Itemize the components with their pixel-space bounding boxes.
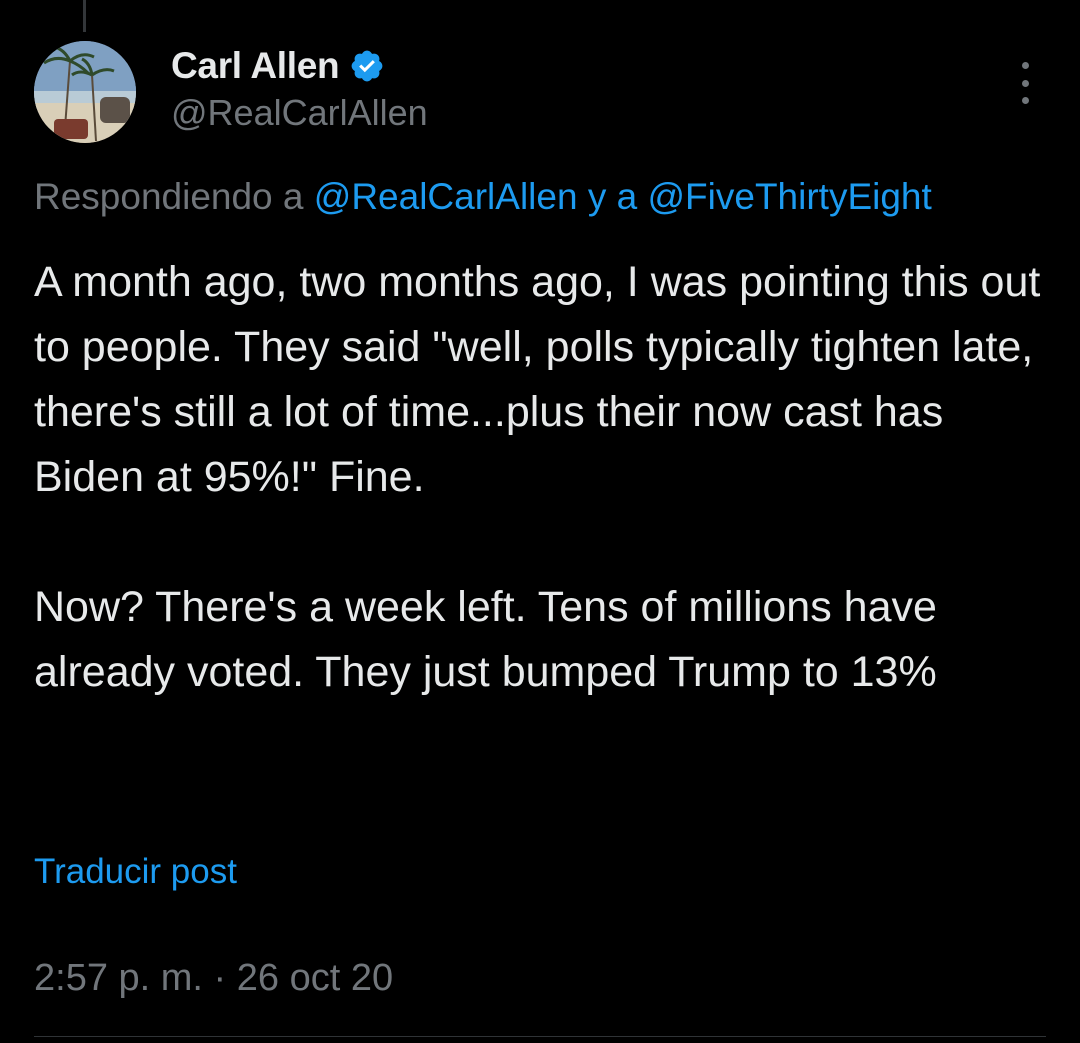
reply-mention-realcarlallen[interactable]: @RealCarlAllen xyxy=(314,176,578,217)
reply-context-prefix: Respondiendo a xyxy=(34,176,314,217)
tweet-paragraph-2: Now? There's a week left. Tens of millio… xyxy=(34,583,949,696)
reply-mention-fivethirtyeight[interactable]: @FiveThirtyEight xyxy=(647,176,931,217)
more-dot xyxy=(1021,79,1029,87)
display-name-row: Carl Allen xyxy=(171,42,428,90)
divider xyxy=(34,1036,1046,1037)
tweet-paragraph-1: A month ago, two months ago, I was point… xyxy=(34,258,1053,501)
avatar[interactable] xyxy=(34,41,136,143)
more-dot xyxy=(1021,97,1029,104)
avatar-beach-image xyxy=(34,41,136,143)
tweet-timestamp[interactable]: 2:57 p. m. · 26 oct 20 xyxy=(34,957,393,1000)
user-handle[interactable]: @RealCarlAllen xyxy=(171,92,428,134)
author-block: Carl Allen @RealCarlAllen xyxy=(171,42,428,134)
more-dot xyxy=(1021,62,1029,69)
more-options-icon[interactable] xyxy=(1012,62,1038,104)
thread-connector-line xyxy=(83,0,86,32)
tweet-text: A month ago, two months ago, I was point… xyxy=(34,250,1054,705)
reply-mention-joiner[interactable]: y a xyxy=(578,176,648,217)
verified-badge-icon[interactable] xyxy=(349,48,385,84)
display-name[interactable]: Carl Allen xyxy=(171,45,340,87)
translate-post-link[interactable]: Traducir post xyxy=(34,852,237,892)
reply-context: Respondiendo a @RealCarlAllen y a @FiveT… xyxy=(34,176,932,218)
